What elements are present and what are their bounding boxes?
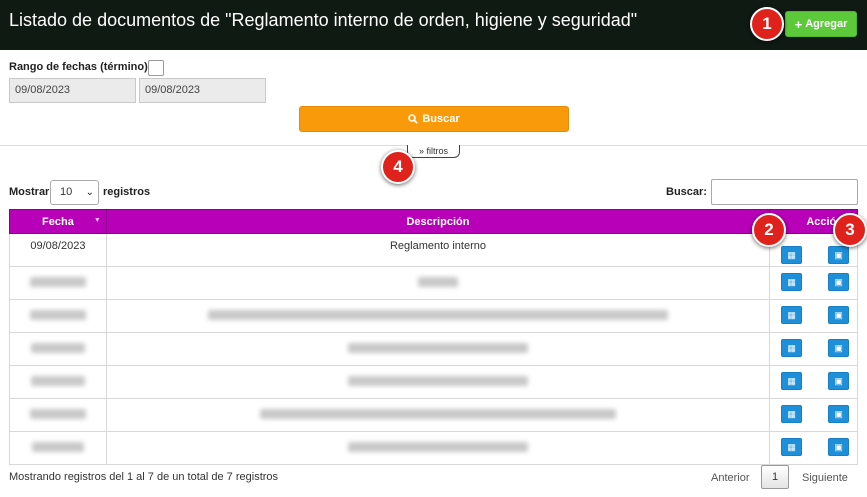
table-search-input[interactable] <box>711 179 858 205</box>
table-cell-descripcion <box>105 398 771 432</box>
file-icon: ▦ <box>787 375 796 386</box>
table-cell-descripcion: Reglamento interno <box>105 233 771 267</box>
book-icon: ▣ <box>834 375 843 386</box>
table-row: ▦ ▣ <box>9 365 858 399</box>
file-icon: ▦ <box>787 276 796 287</box>
table-cell-descripcion <box>105 299 771 333</box>
book-icon: ▣ <box>834 276 843 287</box>
book-icon: ▣ <box>834 342 843 353</box>
add-button[interactable]: + Agregar <box>785 11 857 37</box>
filters-toggle[interactable]: » filtros <box>407 145 460 158</box>
chevron-up-icon: » <box>418 146 424 156</box>
table-cell-fecha <box>9 365 107 399</box>
table-cell-fecha: 09/08/2023 <box>9 233 107 267</box>
date-to-input[interactable]: 09/08/2023 <box>139 78 266 103</box>
table-row: 09/08/2023 Reglamento interno ▦ ▣ <box>9 233 858 267</box>
view-document-button[interactable]: ▦ <box>781 306 803 324</box>
records-info: Mostrando registros del 1 al 7 de un tot… <box>9 471 279 483</box>
pagination-page[interactable]: 1 <box>761 465 789 489</box>
view-document-button[interactable]: ▦ <box>781 372 803 390</box>
date-range-label: Rango de fechas (término): <box>9 61 152 73</box>
download-document-button[interactable]: ▣ <box>828 372 850 390</box>
table-cell-actions: ▦ ▣ <box>769 299 858 333</box>
table-cell-fecha <box>9 398 107 432</box>
download-document-button[interactable]: ▣ <box>828 405 850 423</box>
table-cell-descripcion <box>105 332 771 366</box>
file-icon: ▦ <box>787 342 796 353</box>
view-document-button[interactable]: ▦ <box>781 438 803 456</box>
table-row: ▦ ▣ <box>9 299 858 333</box>
pagination-next[interactable]: Siguiente <box>802 472 848 484</box>
page-header: Listado de documentos de "Reglamento int… <box>0 0 867 50</box>
plus-icon: + <box>794 16 803 32</box>
annotation-marker-3: 3 <box>833 213 867 247</box>
book-icon: ▣ <box>834 408 843 419</box>
search-icon <box>408 114 419 124</box>
table-cell-actions: ▦ ▣ <box>769 365 858 399</box>
column-header-descripcion[interactable]: Descripción <box>105 209 771 234</box>
annotation-marker-1: 1 <box>750 7 784 41</box>
download-document-button[interactable]: ▣ <box>828 246 850 264</box>
date-range-checkbox[interactable] <box>148 60 164 76</box>
date-from-input[interactable]: 09/08/2023 <box>9 78 136 103</box>
table-cell-fecha <box>9 266 107 300</box>
search-button[interactable]: Buscar <box>299 106 569 132</box>
download-document-button[interactable]: ▣ <box>828 306 850 324</box>
file-icon: ▦ <box>787 441 796 452</box>
table-cell-actions: ▦ ▣ <box>769 431 858 465</box>
book-icon: ▣ <box>834 249 843 260</box>
download-document-button[interactable]: ▣ <box>828 438 850 456</box>
file-icon: ▦ <box>787 309 796 320</box>
view-document-button[interactable]: ▦ <box>781 339 803 357</box>
search-button-label: Buscar <box>422 113 460 125</box>
table-row: ▦ ▣ <box>9 266 858 300</box>
documents-table: Fecha ▼ Descripción Acción 09/08/2023 Re… <box>9 209 858 465</box>
table-row: ▦ ▣ <box>9 431 858 465</box>
pagination-previous[interactable]: Anterior <box>711 472 750 484</box>
column-header-fecha-label: Fecha <box>42 215 74 228</box>
chevron-down-icon: ⌄ <box>85 187 94 198</box>
add-button-label: Agregar <box>805 18 848 30</box>
download-document-button[interactable]: ▣ <box>828 273 850 291</box>
view-document-button[interactable]: ▦ <box>781 405 803 423</box>
column-header-fecha[interactable]: Fecha ▼ <box>9 209 107 234</box>
table-cell-fecha <box>9 431 107 465</box>
table-header-row: Fecha ▼ Descripción Acción <box>9 209 858 234</box>
annotation-marker-2: 2 <box>752 213 786 247</box>
records-label: registros <box>103 186 151 198</box>
filters-toggle-label: filtros <box>426 146 449 156</box>
table-cell-fecha <box>9 299 107 333</box>
download-document-button[interactable]: ▣ <box>828 339 850 357</box>
table-cell-descripcion <box>105 365 771 399</box>
annotation-marker-4: 4 <box>381 150 415 184</box>
file-icon: ▦ <box>787 249 796 260</box>
table-cell-fecha <box>9 332 107 366</box>
table-row: ▦ ▣ <box>9 332 858 366</box>
book-icon: ▣ <box>834 441 843 452</box>
view-document-button[interactable]: ▦ <box>781 246 803 264</box>
table-cell-descripcion <box>105 431 771 465</box>
table-cell-descripcion <box>105 266 771 300</box>
page-size-value: 10 <box>60 186 73 198</box>
file-icon: ▦ <box>787 408 796 419</box>
table-row: ▦ ▣ <box>9 398 858 432</box>
table-cell-actions: ▦ ▣ <box>769 398 858 432</box>
book-icon: ▣ <box>834 309 843 320</box>
table-cell-actions: ▦ ▣ <box>769 332 858 366</box>
sort-icon: ▼ <box>93 217 101 224</box>
page-title: Listado de documentos de "Reglamento int… <box>9 10 638 30</box>
table-search-label: Buscar: <box>666 186 707 198</box>
page-size-select[interactable]: 10 ⌄ <box>50 180 99 205</box>
page-size-label: Mostrar <box>9 186 50 198</box>
view-document-button[interactable]: ▦ <box>781 273 803 291</box>
table-cell-actions: ▦ ▣ <box>769 266 858 300</box>
